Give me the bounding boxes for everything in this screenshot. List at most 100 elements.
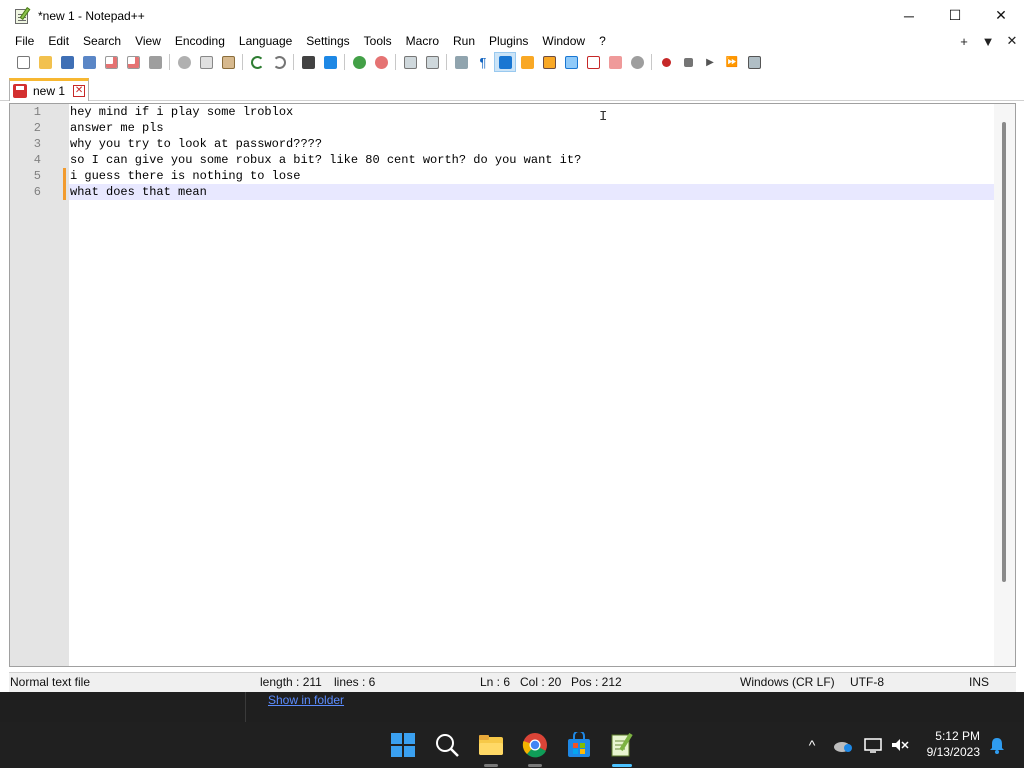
menu-view[interactable]: View bbox=[128, 31, 168, 51]
onedrive-icon[interactable] bbox=[832, 737, 854, 753]
network-icon[interactable] bbox=[864, 737, 884, 753]
paste-button[interactable] bbox=[217, 52, 239, 72]
find-button[interactable] bbox=[297, 52, 319, 72]
word-wrap-icon bbox=[454, 55, 468, 69]
search-button[interactable] bbox=[434, 732, 460, 758]
monitoring-icon bbox=[630, 55, 644, 69]
replace-button[interactable] bbox=[319, 52, 341, 72]
text-line[interactable]: i guess there is nothing to lose bbox=[69, 168, 994, 184]
notepad-plus-plus-taskbar-button[interactable] bbox=[609, 732, 635, 758]
document-list-button[interactable] bbox=[560, 52, 582, 72]
maximize-button[interactable]: ☐ bbox=[932, 0, 978, 31]
word-wrap-button[interactable] bbox=[450, 52, 472, 72]
menu-language[interactable]: Language bbox=[232, 31, 299, 51]
cut-button[interactable] bbox=[173, 52, 195, 72]
text-line[interactable]: hey mind if i play some lroblox bbox=[69, 104, 994, 120]
fast-forward-icon: ⏩ bbox=[725, 56, 739, 68]
chrome-button[interactable] bbox=[522, 732, 548, 758]
pilcrow-icon: ¶ bbox=[479, 54, 487, 70]
tab-new-1[interactable]: new 1 ✕ bbox=[9, 78, 89, 101]
folder-as-workspace-button[interactable] bbox=[604, 52, 626, 72]
menu-encoding[interactable]: Encoding bbox=[168, 31, 232, 51]
file-explorer-button[interactable] bbox=[478, 732, 504, 758]
undo-button[interactable] bbox=[246, 52, 268, 72]
macro-record-button[interactable] bbox=[655, 52, 677, 72]
menu-search[interactable]: Search bbox=[76, 31, 128, 51]
close-document-icon[interactable]: ✕ bbox=[1000, 33, 1024, 49]
menu-edit[interactable]: Edit bbox=[41, 31, 76, 51]
redo-button[interactable] bbox=[268, 52, 290, 72]
macro-save-button[interactable] bbox=[743, 52, 765, 72]
editor[interactable]: 1 2 3 4 5 6 hey mind if i play some lrob… bbox=[9, 103, 1016, 667]
status-encoding[interactable]: UTF-8 bbox=[850, 675, 884, 689]
show-in-folder-link[interactable]: Show in folder bbox=[268, 693, 344, 707]
volume-muted-icon[interactable] bbox=[890, 737, 910, 753]
document-map-button[interactable] bbox=[538, 52, 560, 72]
line-number: 6 bbox=[33, 185, 41, 199]
notification-bell-icon[interactable] bbox=[988, 736, 1006, 754]
minimize-button[interactable]: ─ bbox=[886, 0, 932, 31]
text-line[interactable]: so I can give you some robux a bit? like… bbox=[69, 152, 994, 168]
user-defined-language-button[interactable] bbox=[516, 52, 538, 72]
monitoring-button[interactable] bbox=[626, 52, 648, 72]
print-button[interactable] bbox=[144, 52, 166, 72]
current-text-line[interactable]: what does that mean bbox=[69, 184, 994, 200]
tab-close-icon[interactable]: ✕ bbox=[73, 85, 86, 97]
close-file-button[interactable] bbox=[100, 52, 122, 72]
scrollbar-thumb[interactable] bbox=[1002, 122, 1006, 582]
sync-vertical-icon bbox=[403, 55, 417, 69]
menu-help[interactable]: ? bbox=[592, 31, 613, 51]
status-length: length : 211 bbox=[260, 675, 322, 689]
document-list-icon bbox=[564, 55, 578, 69]
macro-play-button[interactable]: ▶ bbox=[699, 52, 721, 72]
status-file-type: Normal text file bbox=[10, 675, 91, 689]
toolbar-separator bbox=[446, 54, 447, 70]
save-all-button[interactable] bbox=[78, 52, 100, 72]
text-line[interactable]: why you try to look at password???? bbox=[69, 136, 994, 152]
start-button[interactable] bbox=[390, 732, 416, 758]
close-button[interactable]: ✕ bbox=[978, 0, 1024, 31]
macro-run-multiple-button[interactable]: ⏩ bbox=[721, 52, 743, 72]
status-insert-mode[interactable]: INS bbox=[969, 675, 989, 689]
binoculars-icon bbox=[301, 55, 315, 69]
close-all-button[interactable] bbox=[122, 52, 144, 72]
record-icon bbox=[661, 57, 671, 67]
windows-logo-icon bbox=[391, 733, 415, 757]
menu-macro[interactable]: Macro bbox=[399, 31, 446, 51]
save-button[interactable] bbox=[56, 52, 78, 72]
text-line[interactable]: answer me pls bbox=[69, 120, 994, 136]
clock[interactable]: 5:12 PM 9/13/2023 bbox=[927, 728, 980, 760]
sync-horizontal-button[interactable] bbox=[421, 52, 443, 72]
menu-run[interactable]: Run bbox=[446, 31, 482, 51]
show-all-characters-button[interactable]: ¶ bbox=[472, 52, 494, 72]
zoom-in-icon bbox=[352, 55, 366, 69]
notepad-plus-plus-icon bbox=[14, 6, 32, 25]
macro-stop-button[interactable] bbox=[677, 52, 699, 72]
menu-tools[interactable]: Tools bbox=[357, 31, 399, 51]
replace-icon bbox=[323, 55, 337, 69]
new-tab-plus-icon[interactable]: + bbox=[952, 34, 976, 49]
menu-plugins[interactable]: Plugins bbox=[482, 31, 535, 51]
menu-window[interactable]: Window bbox=[535, 31, 592, 51]
copy-button[interactable] bbox=[195, 52, 217, 72]
function-list-button[interactable] bbox=[582, 52, 604, 72]
zoom-in-button[interactable] bbox=[348, 52, 370, 72]
new-file-button[interactable] bbox=[12, 52, 34, 72]
show-hidden-icons-chevron-icon[interactable]: ^ bbox=[800, 737, 824, 753]
sync-vertical-button[interactable] bbox=[399, 52, 421, 72]
status-line-ending[interactable]: Windows (CR LF) bbox=[740, 675, 835, 689]
menu-settings[interactable]: Settings bbox=[299, 31, 356, 51]
indent-guide-button[interactable] bbox=[494, 52, 516, 72]
indent-guide-icon bbox=[498, 55, 512, 69]
open-file-button[interactable] bbox=[34, 52, 56, 72]
vertical-scrollbar[interactable] bbox=[994, 104, 1015, 666]
sync-horizontal-icon bbox=[425, 55, 439, 69]
microsoft-store-button[interactable] bbox=[566, 730, 592, 758]
menu-bar: File Edit Search View Encoding Language … bbox=[0, 31, 1024, 51]
store-icon bbox=[568, 730, 590, 757]
zoom-out-button[interactable] bbox=[370, 52, 392, 72]
tab-list-dropdown-icon[interactable]: ▼ bbox=[976, 34, 1000, 49]
function-list-icon bbox=[586, 55, 600, 69]
text-area[interactable]: hey mind if i play some lroblox answer m… bbox=[69, 104, 994, 666]
menu-file[interactable]: File bbox=[8, 31, 41, 51]
